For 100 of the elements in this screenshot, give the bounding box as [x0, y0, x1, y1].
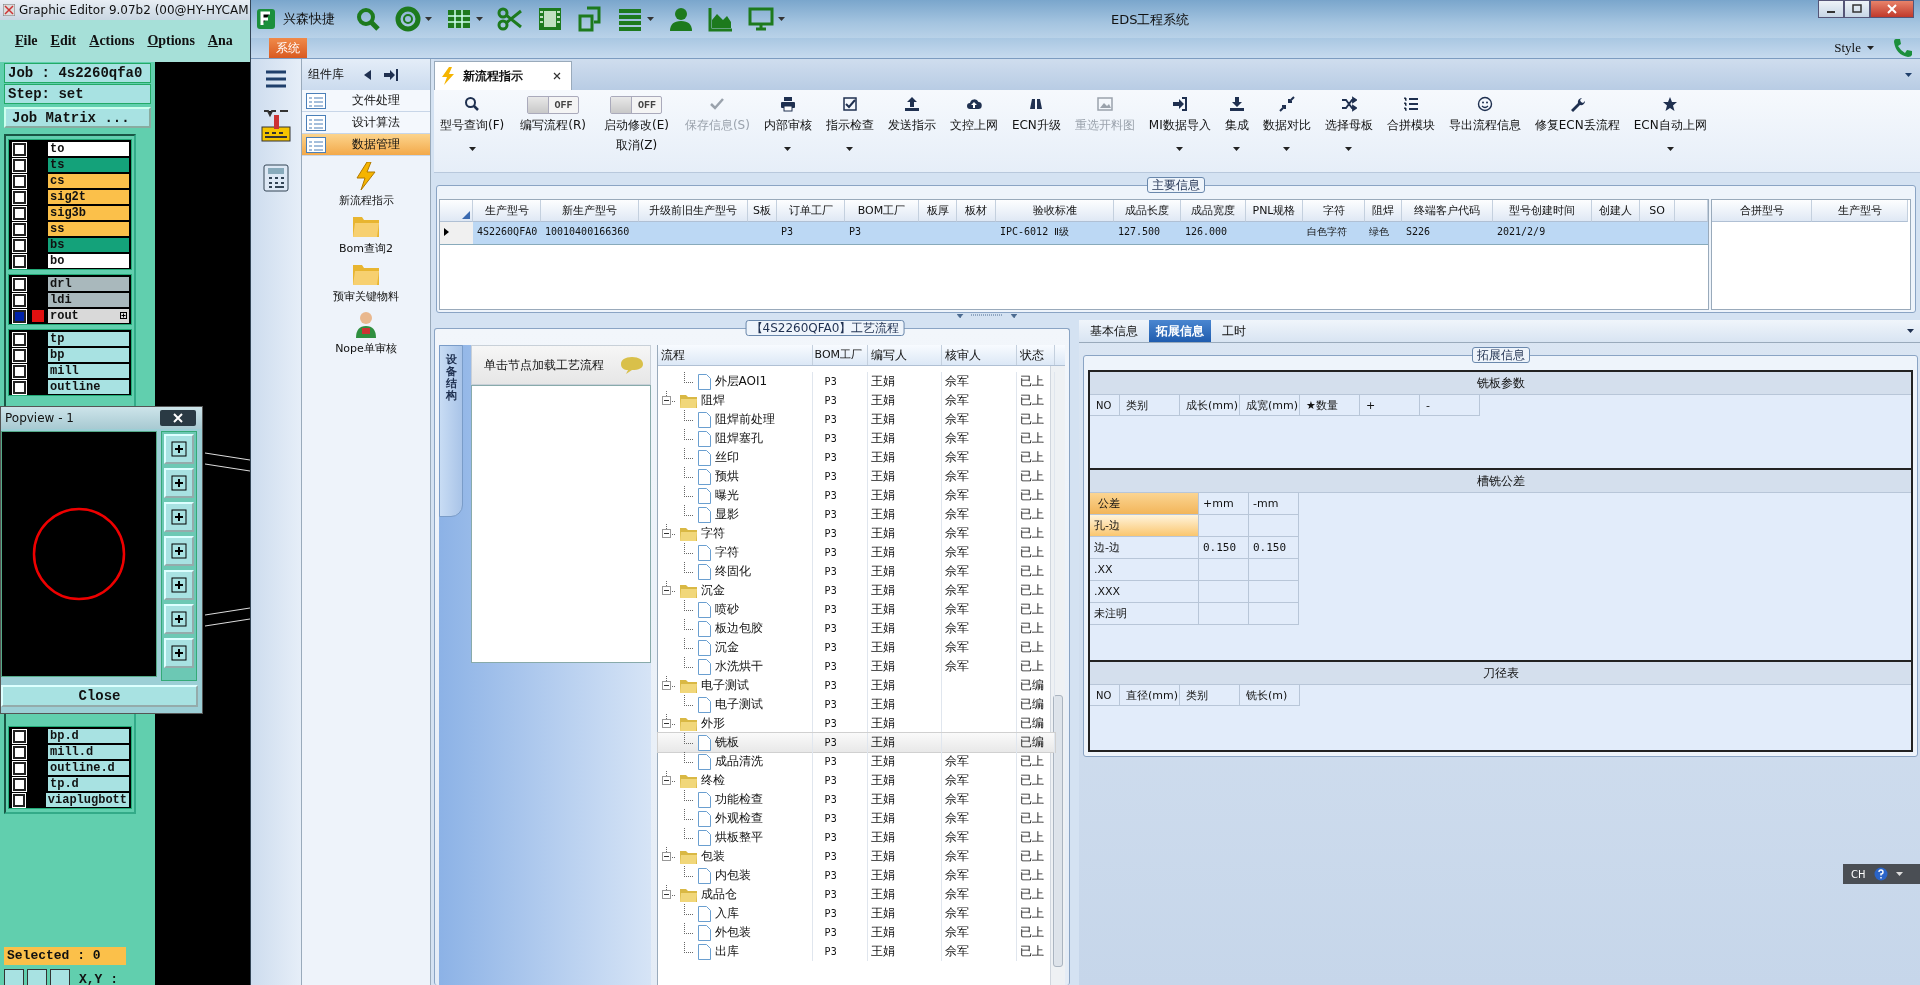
column-header[interactable]: 合拼型号 [1712, 200, 1812, 222]
tree-row[interactable]: 铣板 P3 王娟 已编 [657, 733, 1055, 752]
layer-name[interactable]: tp [47, 331, 130, 347]
view-button[interactable] [164, 604, 194, 634]
column-header[interactable]: 板材 [957, 200, 996, 222]
user-icon[interactable] [354, 310, 378, 338]
side-tab[interactable]: 设备结构 [439, 345, 463, 517]
collapse-toggle[interactable] [661, 852, 671, 861]
layer-checkbox[interactable] [13, 777, 26, 791]
check-tool-icon[interactable] [27, 969, 47, 985]
column-header[interactable]: 新生产型号 [541, 200, 639, 222]
toolbar-button[interactable]: 发送指示 [885, 96, 938, 159]
toolbar-button[interactable]: MI数据导入 [1146, 96, 1213, 159]
caret-icon[interactable] [1907, 329, 1914, 333]
layer-name[interactable]: bo [47, 253, 130, 269]
collapse-toggle[interactable] [661, 396, 671, 405]
language-label[interactable]: CH [1851, 868, 1866, 880]
monitor-icon[interactable] [748, 6, 774, 32]
caret-icon[interactable] [1233, 147, 1241, 151]
column-header[interactable]: 编写人 [867, 345, 942, 365]
caret-icon[interactable] [1345, 147, 1353, 151]
layer-name[interactable]: viaplugbott [44, 792, 130, 808]
caret-icon[interactable] [778, 17, 785, 21]
toolbar-button[interactable]: 指示检查 [823, 96, 876, 159]
menu-item[interactable]: Edit [50, 33, 77, 49]
lightning-icon[interactable] [355, 162, 377, 190]
view-button[interactable] [164, 570, 194, 600]
view-button[interactable] [164, 638, 194, 668]
resize-tool-icon[interactable] [4, 969, 24, 985]
row-header[interactable]: .XX [1090, 559, 1199, 581]
job-matrix-button[interactable]: Job Matrix ... [4, 107, 151, 128]
menu-item[interactable]: Actions [89, 33, 135, 49]
layer-name[interactable]: bs [47, 237, 130, 253]
caret-icon[interactable] [1283, 147, 1291, 151]
layer-name[interactable]: rout [47, 308, 130, 324]
copy-icon[interactable] [577, 6, 603, 32]
layer-checkbox[interactable] [13, 142, 26, 156]
tool-item[interactable]: 预审关键物料 [302, 262, 430, 304]
splitter-grip-icon[interactable] [957, 314, 1017, 319]
caret-icon[interactable] [425, 17, 432, 21]
column-header[interactable]: + [1360, 395, 1420, 416]
column-header[interactable]: 流程 [657, 345, 813, 365]
layer-checkbox[interactable] [13, 206, 26, 220]
toolbar-button[interactable]: 修复ECN丢流程 [1532, 96, 1622, 159]
menu-item[interactable]: Options [147, 33, 195, 49]
caret-icon[interactable] [784, 147, 792, 151]
column-header[interactable]: 直径(mm) [1120, 685, 1180, 706]
row-header[interactable]: 边-边 [1090, 537, 1199, 559]
column-header[interactable]: PNL规格 [1246, 200, 1303, 222]
toolbar-button[interactable]: ECN升级 [1009, 96, 1063, 159]
layer-name[interactable]: bp.d [47, 728, 130, 744]
panel-item[interactable]: 文件处理 [302, 90, 430, 112]
column-header[interactable]: 状态 [1016, 345, 1055, 365]
layer-checkbox[interactable] [13, 222, 26, 236]
column-header[interactable]: 成品长度 [1114, 200, 1181, 222]
row-header[interactable]: 未注明 [1090, 603, 1199, 625]
column-header[interactable]: 核审人 [941, 345, 1017, 365]
layer-checkbox[interactable] [13, 761, 26, 775]
column-header[interactable]: 铣长(m) [1240, 685, 1300, 706]
layer-name[interactable]: tp.d [47, 776, 130, 792]
column-header[interactable]: 板厚 [919, 200, 957, 222]
column-header[interactable]: 成品宽度 [1181, 200, 1246, 222]
list-icon[interactable] [617, 6, 643, 32]
layer-name[interactable]: ss [47, 221, 130, 237]
column-header[interactable]: - [1420, 395, 1480, 416]
collapse-toggle[interactable] [661, 529, 671, 538]
style-menu[interactable]: Style [1834, 40, 1861, 56]
view-button[interactable] [164, 434, 194, 464]
layer-checkbox[interactable] [13, 793, 26, 807]
caret-icon[interactable] [1666, 147, 1674, 151]
layer-checkbox[interactable] [13, 332, 26, 346]
caret-icon[interactable] [1867, 46, 1874, 50]
list-icon[interactable] [306, 92, 326, 109]
grid-tool-icon[interactable] [50, 969, 70, 985]
layer-checkbox[interactable] [13, 254, 26, 268]
column-header[interactable]: NO [1090, 395, 1120, 416]
column-header[interactable]: 升级前旧生产型号 [639, 200, 748, 222]
layer-name[interactable]: outline [47, 379, 130, 395]
view-button[interactable] [164, 468, 194, 498]
layer-name[interactable]: cs [47, 173, 130, 189]
layer-checkbox[interactable] [13, 745, 26, 759]
column-header[interactable]: ★数量 [1300, 395, 1360, 416]
menu-item[interactable]: File [15, 33, 38, 49]
area-chart-icon[interactable] [708, 6, 734, 32]
layer-name[interactable]: to [47, 141, 130, 157]
collapse-toggle[interactable] [661, 681, 671, 690]
close-button[interactable] [1870, 0, 1914, 18]
toggle-switch[interactable]: OFF [527, 96, 580, 114]
list-icon[interactable] [306, 136, 326, 153]
caret-icon[interactable] [1895, 872, 1903, 876]
column-header[interactable]: 订单工厂 [777, 200, 845, 222]
toolbar-button[interactable]: 内部审核 [761, 96, 814, 159]
layer-name[interactable]: sig2t [47, 189, 130, 205]
panel-item[interactable]: 设计算法 [302, 112, 430, 134]
column-header[interactable]: 终端客户代码 [1402, 200, 1493, 222]
column-header[interactable]: 生产型号 [473, 200, 541, 222]
toggle-switch[interactable]: OFF [610, 96, 663, 114]
column-header[interactable]: BOM工厂 [845, 200, 919, 222]
tab[interactable]: 拓展信息 [1149, 320, 1211, 342]
close-button[interactable]: Close [1, 685, 198, 707]
